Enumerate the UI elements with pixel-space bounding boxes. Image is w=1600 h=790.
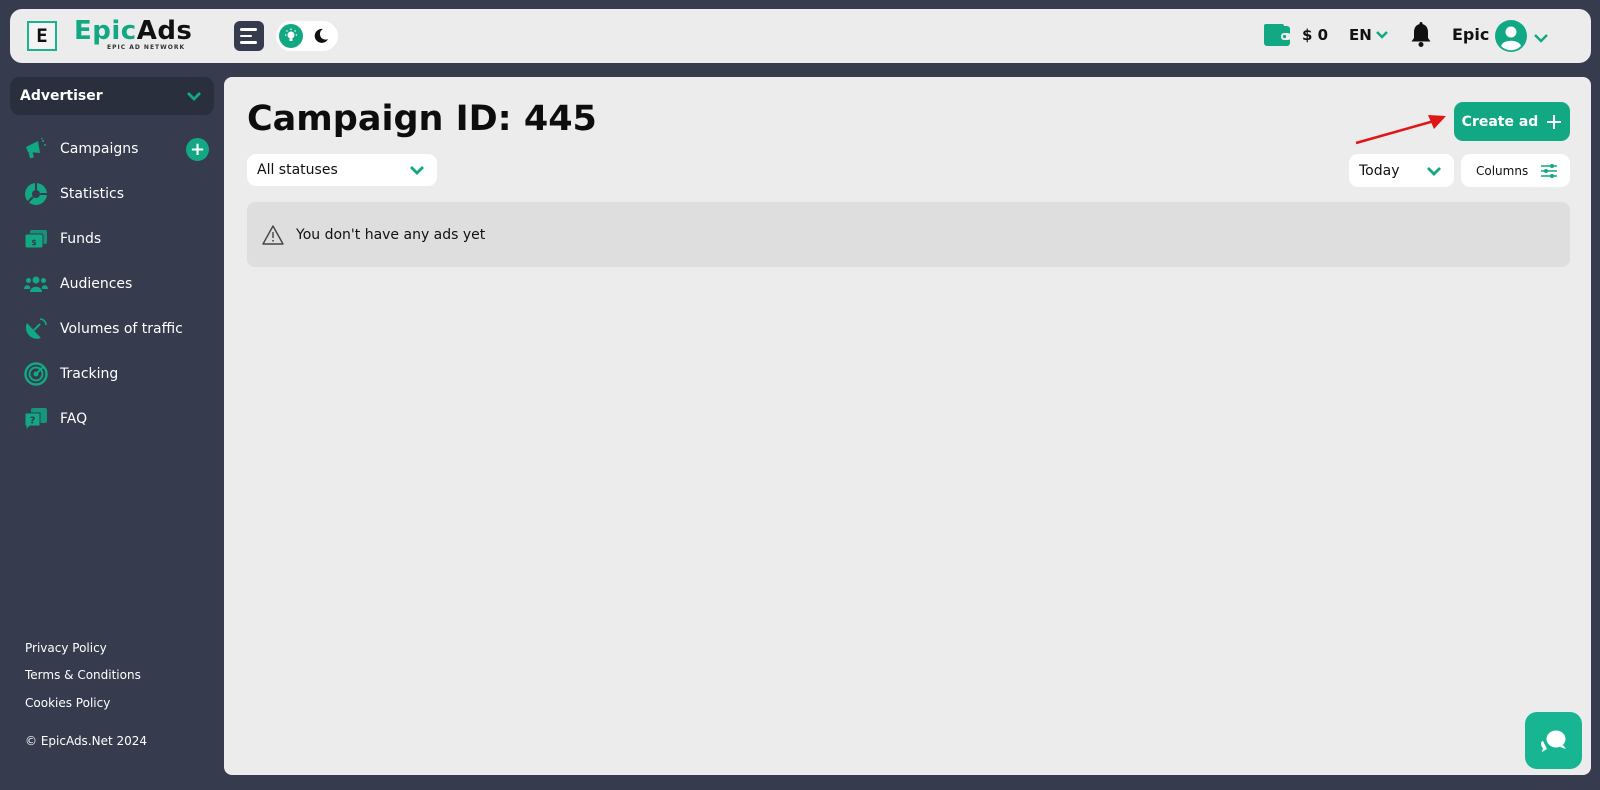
chevron-down-icon — [187, 92, 201, 101]
brand-tagline: EPIC AD NETWORK — [107, 44, 186, 51]
user-avatar-icon[interactable] — [1495, 20, 1527, 52]
pie-chart-icon — [24, 182, 48, 206]
notifications-bell-icon[interactable] — [1410, 22, 1432, 52]
status-filter-dropdown[interactable]: All statuses — [247, 154, 437, 186]
chevron-down-icon — [1427, 166, 1441, 176]
top-bar: E EpicAds EPIC AD NETWORK $ 0 EN Epic — [10, 9, 1591, 63]
users-icon — [24, 272, 48, 296]
sidebar-item-label: Volumes of traffic — [60, 321, 183, 337]
svg-text:$: $ — [31, 238, 37, 247]
sidebar-item-tracking[interactable]: Tracking — [24, 359, 118, 389]
period-filter-value: Today — [1359, 162, 1400, 179]
privacy-policy-link[interactable]: Privacy Policy — [25, 641, 107, 655]
sidebar-item-audiences[interactable]: Audiences — [24, 269, 132, 299]
brand-name-part2: Ads — [136, 16, 193, 46]
light-mode-icon[interactable] — [279, 24, 303, 48]
wallet-icon[interactable] — [1263, 23, 1291, 51]
sidebar: Advertiser Campaigns + Statistics $ Fund… — [0, 68, 220, 790]
sidebar-item-campaigns[interactable]: Campaigns — [24, 134, 138, 164]
columns-button[interactable]: Columns — [1461, 154, 1570, 187]
radar-icon — [24, 362, 48, 386]
create-ad-label: Create ad — [1461, 113, 1539, 130]
sidebar-item-label: FAQ — [60, 411, 88, 427]
language-label: EN — [1349, 26, 1372, 44]
empty-state-alert: You don't have any ads yet — [247, 202, 1570, 267]
user-menu-chevron-icon[interactable] — [1533, 29, 1549, 48]
sidebar-item-funds[interactable]: $ Funds — [24, 224, 101, 254]
user-name[interactable]: Epic — [1452, 25, 1489, 44]
sliders-icon — [1541, 163, 1557, 178]
main-content: Campaign ID: 445 All statuses Create ad … — [224, 77, 1591, 775]
menu-line-icon — [240, 34, 252, 38]
chevron-down-icon — [410, 166, 424, 175]
sidebar-item-volumes-of-traffic[interactable]: Volumes of traffic — [24, 314, 183, 344]
role-selector[interactable]: Advertiser — [10, 77, 214, 115]
brand-logo[interactable]: EpicAds EPIC AD NETWORK — [74, 16, 193, 51]
logo-icon[interactable]: E — [27, 21, 57, 51]
create-ad-button[interactable]: Create ad — [1454, 102, 1570, 141]
sidebar-item-faq[interactable]: ? FAQ — [24, 404, 87, 434]
status-filter-value: All statuses — [257, 162, 338, 178]
add-campaign-button[interactable]: + — [186, 138, 209, 161]
copyright-text: © EpicAds.Net 2024 — [25, 734, 148, 748]
menu-line-icon — [240, 41, 257, 44]
columns-label: Columns — [1476, 163, 1529, 178]
support-chat-button[interactable] — [1525, 712, 1582, 769]
brand-name-part1: Epic — [74, 16, 137, 46]
balance-amount[interactable]: $ 0 — [1302, 26, 1328, 44]
empty-state-message: You don't have any ads yet — [296, 226, 486, 243]
cookies-policy-link[interactable]: Cookies Policy — [25, 696, 110, 710]
sidebar-item-label: Tracking — [60, 366, 119, 382]
sidebar-item-label: Statistics — [60, 186, 124, 202]
page-title: Campaign ID: 445 — [247, 99, 597, 139]
megaphone-icon — [24, 137, 48, 161]
chat-bubbles-icon — [1540, 728, 1567, 752]
menu-line-icon — [240, 28, 257, 31]
money-icon: $ — [24, 227, 48, 251]
role-label: Advertiser — [20, 88, 103, 104]
terms-conditions-link[interactable]: Terms & Conditions — [25, 668, 141, 682]
menu-toggle-button[interactable] — [234, 21, 264, 51]
theme-toggle[interactable] — [276, 21, 338, 51]
warning-icon — [262, 224, 284, 245]
sidebar-item-label: Campaigns — [60, 141, 139, 157]
sidebar-item-label: Audiences — [60, 276, 133, 292]
plus-icon — [1547, 114, 1562, 129]
annotation-arrow-icon — [1355, 115, 1446, 145]
chevron-down-icon — [1375, 31, 1388, 39]
language-selector[interactable]: EN — [1349, 26, 1389, 44]
question-chat-icon: ? — [24, 407, 48, 431]
dark-mode-icon[interactable] — [312, 27, 330, 45]
period-filter-dropdown[interactable]: Today — [1349, 154, 1454, 187]
sidebar-item-label: Funds — [60, 231, 102, 247]
satellite-dish-icon — [24, 317, 48, 341]
sidebar-item-statistics[interactable]: Statistics — [24, 179, 124, 209]
svg-text:?: ? — [30, 416, 36, 427]
